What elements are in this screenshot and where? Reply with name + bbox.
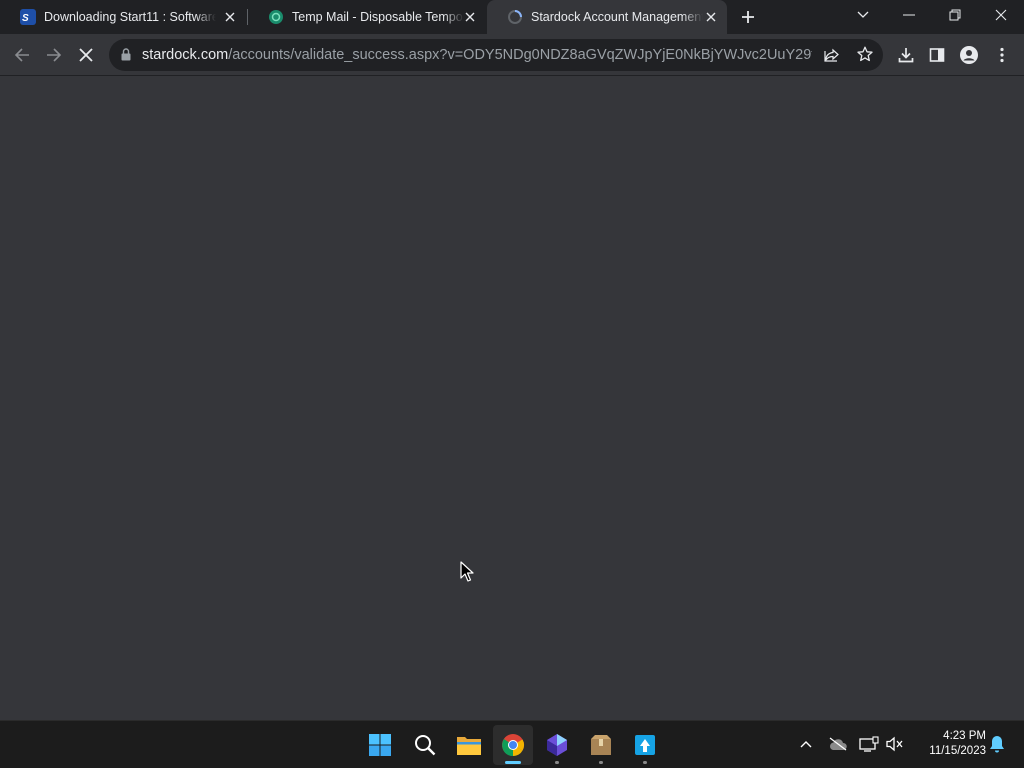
loading-icon — [507, 9, 523, 25]
taskbar: 4:23 PM 11/15/2023 — [0, 720, 1024, 768]
chevron-down-icon — [857, 11, 869, 18]
network-icon — [859, 736, 879, 752]
tab-title: Temp Mail - Disposable Temporary — [292, 10, 464, 24]
clock-time: 4:23 PM — [943, 730, 986, 742]
search-button[interactable] — [405, 725, 445, 765]
installer-icon — [635, 735, 655, 755]
start-icon — [369, 734, 391, 756]
volume-button[interactable] — [884, 733, 906, 755]
arrow-right-icon — [47, 48, 62, 62]
tab-stardock-account[interactable]: Stardock Account Management - — [487, 0, 727, 34]
minimize-icon — [903, 14, 915, 16]
stardock-icon: S — [20, 9, 36, 25]
onedrive-button[interactable] — [827, 733, 849, 755]
download-icon — [898, 48, 914, 63]
running-indicator — [555, 761, 559, 764]
cloud-off-icon — [829, 737, 847, 751]
bell-icon — [990, 736, 1004, 753]
star-icon[interactable] — [857, 46, 873, 67]
close-icon — [79, 48, 93, 62]
side-panel-icon — [929, 48, 945, 62]
kebab-menu-icon — [1000, 47, 1004, 63]
plus-icon — [742, 11, 754, 23]
active-indicator — [505, 761, 521, 764]
show-hidden-icons-button[interactable] — [795, 733, 817, 755]
chrome-button[interactable] — [493, 725, 533, 765]
side-panel-button[interactable] — [921, 39, 953, 71]
menu-button[interactable] — [986, 39, 1018, 71]
share-icon[interactable] — [824, 47, 840, 68]
start-button[interactable] — [360, 725, 400, 765]
mouse-cursor-icon — [460, 561, 474, 588]
tab-title: Downloading Start11 : Software for — [44, 10, 216, 24]
url-path: /accounts/validate_success.aspx?v=ODY5ND… — [228, 47, 812, 63]
installer-button[interactable] — [625, 725, 665, 765]
close-icon[interactable] — [703, 9, 719, 25]
close-icon[interactable] — [462, 9, 478, 25]
profile-button[interactable] — [953, 39, 985, 71]
lock-icon[interactable] — [121, 48, 131, 66]
page-content — [0, 77, 1024, 720]
restore-icon — [949, 9, 961, 21]
search-icon — [415, 735, 436, 756]
tab-start11[interactable]: S Downloading Start11 : Software for — [0, 0, 246, 34]
stop-loading-button[interactable] — [70, 39, 102, 71]
restore-button[interactable] — [932, 0, 978, 30]
clock[interactable]: 4:23 PM 11/15/2023 — [914, 729, 986, 759]
file-explorer-button[interactable] — [449, 725, 489, 765]
tab-title: Stardock Account Management - — [531, 10, 703, 24]
tab-strip: S Downloading Start11 : Software for Tem… — [0, 0, 1024, 34]
close-window-button[interactable] — [978, 0, 1024, 30]
tab-temp-mail[interactable]: Temp Mail - Disposable Temporary — [248, 0, 486, 34]
svg-text:S: S — [22, 13, 29, 24]
network-button[interactable] — [858, 733, 880, 755]
downloads-button[interactable] — [890, 39, 922, 71]
close-icon — [995, 9, 1007, 21]
package-icon — [591, 735, 611, 755]
url-text: stardock.com/accounts/validate_success.a… — [142, 47, 812, 63]
arrow-left-icon — [14, 48, 29, 62]
file-explorer-icon — [457, 737, 481, 755]
minimize-button[interactable] — [886, 0, 932, 30]
chevron-up-icon — [800, 741, 812, 748]
browser-toolbar: stardock.com/accounts/validate_success.a… — [0, 34, 1024, 76]
avatar-icon — [960, 46, 978, 64]
forward-button[interactable] — [38, 39, 70, 71]
tempmail-icon — [268, 9, 284, 25]
new-tab-button[interactable] — [732, 1, 764, 33]
speaker-muted-icon — [886, 736, 903, 752]
running-indicator — [599, 761, 603, 764]
app-button[interactable] — [537, 725, 577, 765]
tab-search-button[interactable] — [840, 0, 886, 30]
app-icon — [547, 734, 567, 756]
clock-date: 11/15/2023 — [929, 745, 986, 757]
notifications-button[interactable] — [986, 733, 1008, 755]
close-icon[interactable] — [222, 9, 238, 25]
back-button[interactable] — [6, 39, 38, 71]
package-button[interactable] — [581, 725, 621, 765]
chrome-icon — [502, 734, 524, 756]
running-indicator — [643, 761, 647, 764]
address-bar[interactable]: stardock.com/accounts/validate_success.a… — [109, 39, 883, 71]
url-host: stardock.com — [142, 47, 229, 63]
